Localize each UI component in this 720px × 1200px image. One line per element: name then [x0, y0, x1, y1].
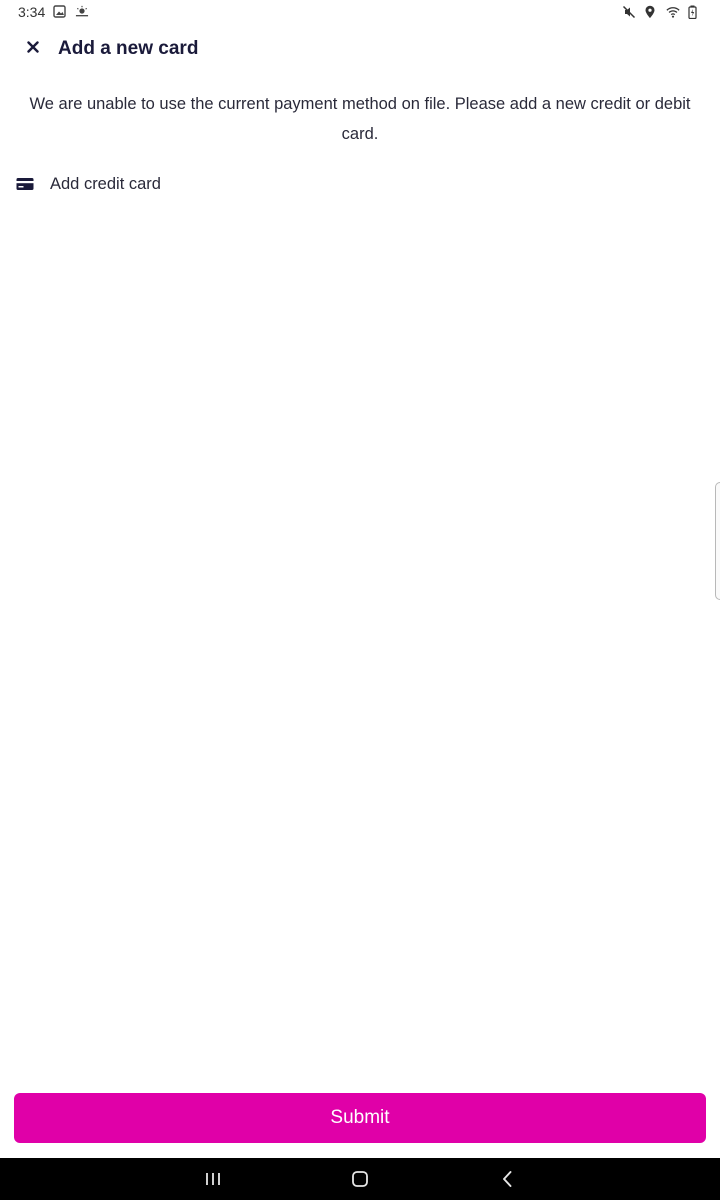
weather-icon	[75, 5, 89, 19]
header: Add a new card	[0, 30, 720, 74]
add-credit-card-button[interactable]: Add credit card	[16, 169, 316, 199]
payment-message: We are unable to use the current payment…	[29, 95, 691, 143]
back-button[interactable]	[487, 1161, 527, 1197]
screen: 3:34 Add a new card We are unable to use…	[0, 0, 720, 1200]
submit-button[interactable]: Submit	[14, 1093, 706, 1143]
recents-button[interactable]	[193, 1161, 233, 1197]
status-bar: 3:34	[0, 0, 720, 24]
recents-icon	[206, 1173, 221, 1185]
home-icon	[352, 1171, 368, 1187]
mute-icon	[622, 5, 636, 19]
status-time: 3:34	[18, 4, 46, 20]
page-title: Add a new card	[58, 38, 199, 59]
battery-icon	[688, 5, 702, 19]
back-icon	[502, 1171, 512, 1187]
home-button[interactable]	[340, 1161, 380, 1197]
close-button[interactable]	[20, 34, 46, 60]
status-left: 3:34	[18, 4, 89, 20]
navigation-bar	[0, 1158, 720, 1200]
status-right	[622, 5, 702, 19]
location-icon	[644, 5, 658, 19]
add-credit-card-label: Add credit card	[50, 174, 161, 193]
credit-card-icon	[16, 177, 34, 191]
gallery-icon	[53, 5, 67, 19]
close-icon	[27, 41, 39, 53]
edge-panel-handle[interactable]	[715, 482, 720, 600]
wifi-icon	[666, 5, 680, 19]
